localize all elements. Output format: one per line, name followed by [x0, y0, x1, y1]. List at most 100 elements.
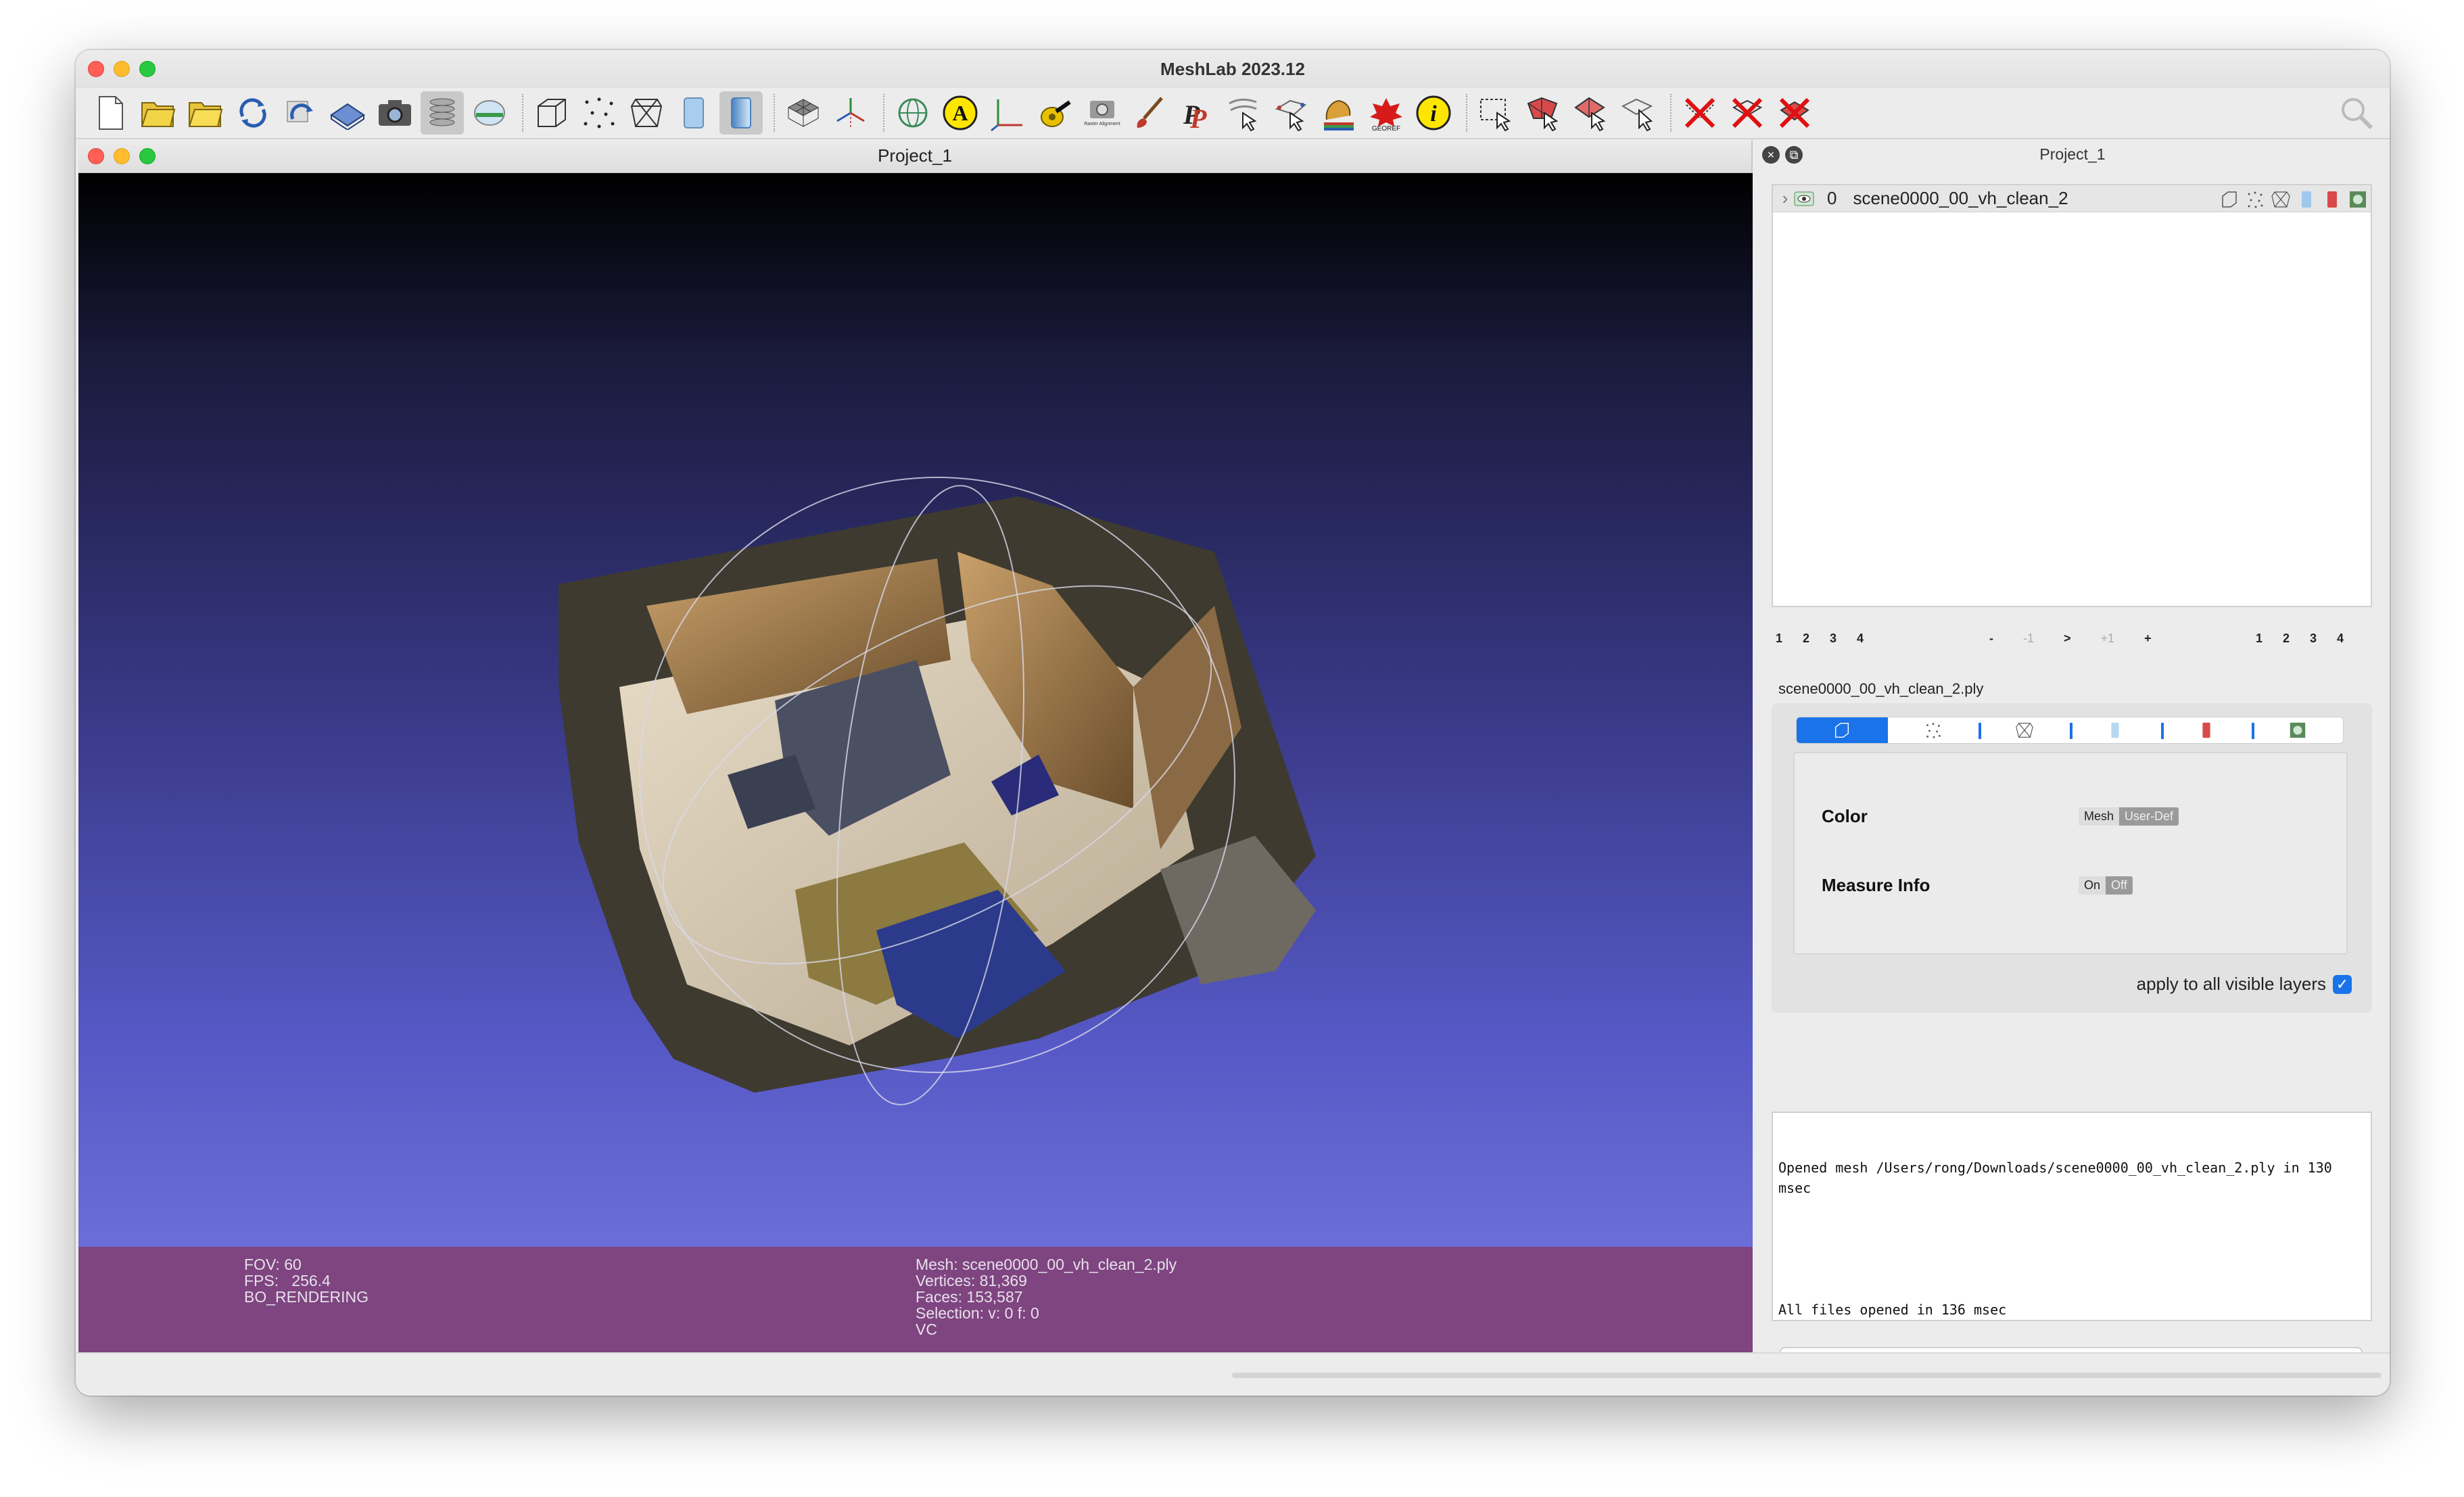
- georef-icon[interactable]: GEOREF: [1365, 91, 1408, 135]
- wireframe-icon: [2015, 723, 2033, 738]
- grid-icon[interactable]: [782, 91, 825, 135]
- toolbar-separator: [522, 94, 523, 132]
- flat-icon[interactable]: [2296, 189, 2317, 210]
- wireframe-icon[interactable]: [2271, 189, 2291, 210]
- page-2-button[interactable]: 2: [1803, 632, 1809, 646]
- toolbar-separator: [883, 94, 884, 132]
- page-2-right-button[interactable]: 2: [2283, 632, 2290, 646]
- bbox-icon[interactable]: [2219, 189, 2240, 210]
- page-3-right-button[interactable]: 3: [2310, 632, 2317, 646]
- tab-flat[interactable]: [2070, 717, 2161, 743]
- open-mesh-icon[interactable]: [184, 91, 227, 135]
- raster-alignment-icon[interactable]: Raster Alignment: [1081, 91, 1124, 135]
- select-vertices-icon[interactable]: [1474, 91, 1517, 135]
- next-button[interactable]: >: [2064, 632, 2071, 646]
- tab-bbox[interactable]: [1797, 717, 1888, 743]
- apply-all-checkbox[interactable]: ✓: [2333, 974, 2352, 994]
- measure-icon[interactable]: [1033, 91, 1076, 135]
- delete-vertices-icon[interactable]: [1678, 91, 1722, 135]
- color-toggle[interactable]: Mesh User-Def: [2079, 807, 2179, 826]
- minimize-window-button[interactable]: [114, 61, 130, 77]
- bbox-icon[interactable]: [530, 91, 573, 135]
- color-userdef-option[interactable]: User-Def: [2119, 807, 2179, 826]
- reload-icon[interactable]: [231, 91, 275, 135]
- 3d-canvas[interactable]: [78, 173, 1753, 1247]
- color-mesh-option[interactable]: Mesh: [2079, 807, 2120, 826]
- search-icon[interactable]: [2338, 95, 2376, 133]
- close-window-button[interactable]: [88, 61, 104, 77]
- delete-faces-icon[interactable]: [1726, 91, 1769, 135]
- measure-info-toggle[interactable]: On Off: [2079, 876, 2133, 895]
- prev-all-button[interactable]: -: [1989, 632, 1993, 646]
- pick-points-icon[interactable]: PP: [1175, 91, 1218, 135]
- next-all-button[interactable]: +: [2144, 632, 2152, 646]
- tab-decorators[interactable]: [2252, 717, 2343, 743]
- decorator-mesh-name: scene0000_00_vh_clean_2.ply: [1778, 680, 1984, 697]
- smooth-icon[interactable]: [719, 91, 763, 135]
- meshlab-window: MeshLab 2023.12 A Raster Alignment P P G…: [76, 50, 2390, 1396]
- horizontal-scrollbar[interactable]: [1232, 1373, 2382, 1378]
- layers-icon[interactable]: [421, 91, 464, 135]
- float-panel-icon[interactable]: ⧉: [1785, 146, 1803, 164]
- minimize-viewer-button[interactable]: [114, 148, 130, 164]
- page-3-button[interactable]: 3: [1830, 632, 1837, 646]
- reload-all-icon[interactable]: [279, 91, 322, 135]
- new-project-icon[interactable]: [89, 91, 133, 135]
- zoom-viewer-button[interactable]: [139, 148, 156, 164]
- mesh-decorator-icon[interactable]: [2348, 189, 2368, 210]
- axis-icon[interactable]: [829, 91, 872, 135]
- select-faces-icon[interactable]: [1521, 91, 1565, 135]
- select-connected-icon[interactable]: [1569, 91, 1612, 135]
- close-viewer-button[interactable]: [88, 148, 104, 164]
- layer-list: › 0 scene0000_00_vh_clean_2: [1772, 184, 2372, 607]
- trackball-icon[interactable]: [891, 91, 934, 135]
- align-icon[interactable]: [1223, 91, 1266, 135]
- reference-axis-icon[interactable]: [986, 91, 1029, 135]
- points-icon: [1926, 723, 1941, 738]
- snapshot-icon[interactable]: [373, 91, 417, 135]
- page-1-right-button[interactable]: 1: [2256, 632, 2262, 646]
- next-one-button[interactable]: +1: [2101, 632, 2115, 646]
- page-4-button[interactable]: 4: [1857, 632, 1864, 646]
- viewer-title: Project_1: [878, 145, 952, 166]
- apply-all-row: apply to all visible layers ✓: [2137, 974, 2352, 995]
- prev-one-button[interactable]: -1: [2023, 632, 2034, 646]
- tab-texture[interactable]: [2160, 717, 2252, 743]
- texture-icon[interactable]: [2322, 189, 2342, 210]
- paint-icon[interactable]: [1128, 91, 1171, 135]
- mesh-info: Mesh: scene0000_00_vh_clean_2.ply Vertic…: [916, 1256, 1177, 1337]
- expand-arrow-icon[interactable]: ›: [1777, 188, 1793, 209]
- open-project-icon[interactable]: [137, 91, 180, 135]
- measure-on-option[interactable]: On: [2079, 876, 2106, 895]
- points-icon[interactable]: [577, 91, 621, 135]
- zoom-window-button[interactable]: [139, 61, 156, 77]
- delete-all-icon[interactable]: [1773, 91, 1816, 135]
- info-icon[interactable]: i: [1412, 91, 1455, 135]
- pager-right: 1 2 3 4: [2256, 632, 2344, 646]
- georef-label: GEOREF: [1372, 125, 1400, 132]
- layer-row[interactable]: › 0 scene0000_00_vh_clean_2: [1773, 185, 2371, 212]
- points-icon[interactable]: [2245, 189, 2265, 210]
- tab-wireframe[interactable]: [1979, 717, 2070, 743]
- page-4-right-button[interactable]: 4: [2337, 632, 2344, 646]
- visibility-eye-icon[interactable]: [1793, 191, 1815, 207]
- close-panel-icon[interactable]: ×: [1762, 146, 1780, 164]
- toolbar-separator: [1670, 94, 1672, 132]
- flat-icon[interactable]: [672, 91, 715, 135]
- page-1-button[interactable]: 1: [1776, 632, 1782, 646]
- quality-mapper-icon[interactable]: [1317, 91, 1360, 135]
- raster-icon[interactable]: [468, 91, 511, 135]
- tab-points[interactable]: [1888, 717, 1979, 743]
- annotate-icon[interactable]: A: [939, 91, 982, 135]
- wireframe-icon[interactable]: [625, 91, 668, 135]
- select-icon[interactable]: [1616, 91, 1659, 135]
- apply-all-label: apply to all visible layers: [2136, 974, 2326, 994]
- vertices-text: Vertices: 81,369: [916, 1272, 1027, 1289]
- save-icon[interactable]: [326, 91, 369, 135]
- measure-off-option[interactable]: Off: [2106, 876, 2133, 895]
- log-area[interactable]: Opened mesh /Users/rong/Downloads/scene0…: [1772, 1112, 2372, 1321]
- layer-render-icons: [2219, 189, 2368, 210]
- svg-text:i: i: [1430, 101, 1437, 126]
- manipulator-icon[interactable]: [1270, 91, 1313, 135]
